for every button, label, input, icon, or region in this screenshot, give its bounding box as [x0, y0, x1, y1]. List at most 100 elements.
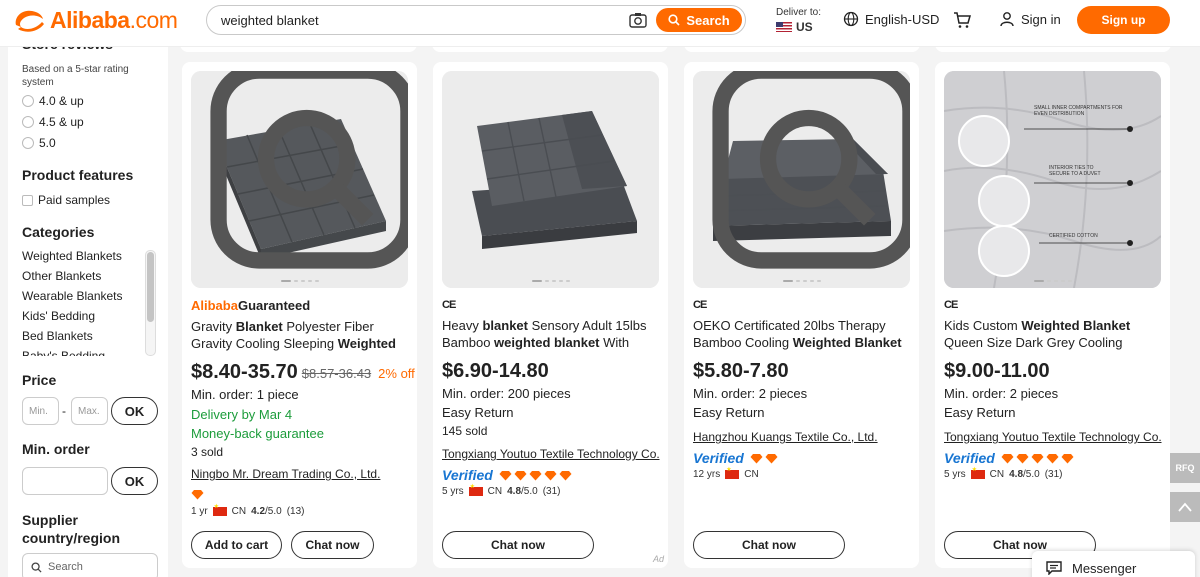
min-order: Min. order: 2 pieces	[693, 386, 808, 401]
rfq-float-button[interactable]: RFQ	[1170, 453, 1200, 483]
language-currency-selector[interactable]: English-USD	[843, 11, 939, 27]
image-search-icon[interactable]	[205, 71, 408, 274]
deliver-to[interactable]: Deliver to: US	[776, 7, 821, 34]
category-item[interactable]: Other Blankets	[22, 268, 142, 288]
search-button[interactable]: Search	[656, 8, 742, 32]
supplier-meta: 5 yrs CN 4.8/5.0 (31)	[442, 483, 561, 497]
supplier-name[interactable]: Tongxiang Youtuo Textile Technology Co.,…	[944, 430, 1162, 444]
supplier-region-search[interactable]: Search	[22, 553, 158, 577]
ce-certification-badge: CE	[442, 299, 456, 311]
add-to-cart-button[interactable]: Add to cart	[191, 531, 282, 559]
price-min-input[interactable]: Min.	[22, 397, 59, 425]
product-title[interactable]: Kids Custom Weighted Blanket Queen Size …	[944, 317, 1162, 351]
category-item[interactable]: Bed Blankets	[22, 328, 142, 348]
radio-button[interactable]	[22, 116, 34, 128]
product-title[interactable]: Gravity Blanket Polyester Fiber Gravity …	[191, 318, 409, 352]
messenger-label: Messenger	[1072, 560, 1137, 576]
product-price: $9.00-11.00	[944, 360, 1050, 382]
discount-badge: 2% off	[378, 366, 415, 381]
image-carousel-dots	[782, 280, 821, 282]
user-icon	[1000, 12, 1014, 27]
supplier-region-heading: Supplier country/region	[22, 512, 121, 546]
sign-in-link[interactable]: Sign in	[999, 11, 1061, 27]
supplier-years: 1 yr	[191, 506, 208, 517]
price-row: $9.00-11.00	[944, 360, 1050, 383]
diamond-icon	[559, 470, 572, 480]
product-card[interactable]: Alibaba Guaranteed Gravity Blanket Polyes…	[182, 62, 417, 568]
category-item[interactable]: Baby's Bedding	[22, 348, 142, 356]
review-count: (31)	[542, 486, 561, 497]
rfq-label: RFQ	[1175, 463, 1195, 473]
supplier-search-placeholder: Search	[48, 561, 83, 573]
product-title[interactable]: Heavy blanket Sensory Adult 15lbs Bamboo…	[442, 317, 660, 351]
logo-suffix-text: .com	[129, 6, 178, 33]
scrollbar-thumb[interactable]	[147, 252, 154, 322]
chat-now-button[interactable]: Chat now	[693, 531, 845, 559]
alibaba-logo[interactable]: Alibaba .com	[12, 6, 178, 34]
product-price: $5.80-7.80	[693, 360, 789, 382]
product-card[interactable]: CE Heavy blanket Sensory Adult 15lbs Bam…	[433, 62, 668, 568]
back-to-top-button[interactable]	[1170, 492, 1200, 522]
product-card[interactable]: CE OEKO Certificated 20lbs Therapy Bambo…	[684, 62, 919, 568]
supplier-badges: Verified	[693, 450, 778, 466]
rating-option-5-0[interactable]: 5.0	[22, 136, 56, 150]
product-title[interactable]: OEKO Certificated 20lbs Therapy Bamboo C…	[693, 317, 911, 351]
product-image[interactable]: SMALL INNER COMPARTMENTS FOR EVEN DISTRI…	[944, 71, 1161, 288]
supplier-years: 5 yrs	[442, 486, 464, 497]
search-button-label: Search	[686, 12, 730, 28]
category-item[interactable]: Weighted Blankets	[22, 248, 142, 268]
globe-icon	[843, 11, 859, 27]
blanket-image	[442, 71, 659, 288]
cart-icon[interactable]	[953, 11, 971, 29]
image-search-icon[interactable]	[707, 71, 910, 274]
diamond-rating	[191, 489, 204, 500]
product-card[interactable]: SMALL INNER COMPARTMENTS FOR EVEN DISTRI…	[935, 62, 1170, 568]
supplier-name[interactable]: Ningbo Mr. Dream Trading Co., Ltd.	[191, 467, 409, 481]
sold-count: 145 sold	[442, 424, 488, 438]
paid-samples-filter[interactable]: Paid samples	[22, 193, 110, 207]
top-header: Alibaba .com weighted blanket Search Deli…	[0, 0, 1200, 47]
supplier-name[interactable]: Hangzhou Kuangs Textile Co., Ltd.	[693, 430, 911, 444]
verified-badge[interactable]: Verified	[693, 450, 744, 466]
supplier-meta: 1 yr CN 4.2/5.0 (13)	[191, 503, 305, 517]
chat-now-button[interactable]: Chat now	[291, 531, 374, 559]
radio-button[interactable]	[22, 95, 34, 107]
verified-badge[interactable]: Verified	[944, 450, 995, 466]
guaranteed-brand: Alibaba	[191, 298, 238, 313]
image-callout: SMALL INNER COMPARTMENTS FOR EVEN DISTRI…	[1034, 105, 1123, 117]
product-image[interactable]	[191, 71, 408, 288]
cn-flag-icon	[725, 466, 740, 479]
price-range-dash: -	[62, 404, 66, 418]
category-scrollbar[interactable]	[145, 250, 156, 356]
search-input[interactable]: weighted blanket	[221, 13, 319, 28]
ce-certification-badge: CE	[944, 299, 958, 311]
image-carousel-dots	[531, 280, 570, 282]
price-max-input[interactable]: Max.	[71, 397, 108, 425]
rating-option-4-5[interactable]: 4.5 & up	[22, 115, 84, 129]
paid-samples-label: Paid samples	[38, 193, 111, 207]
verified-badge[interactable]: Verified	[442, 467, 493, 483]
rating-note: Based on a 5-star rating system	[22, 64, 129, 88]
checkbox[interactable]	[22, 194, 33, 206]
rating-option-4-0[interactable]: 4.0 & up	[22, 94, 84, 108]
camera-search-icon[interactable]	[629, 12, 647, 28]
chevron-up-icon	[1178, 502, 1192, 512]
min-order-ok-button[interactable]: OK	[111, 467, 158, 495]
sign-up-button[interactable]: Sign up	[1077, 6, 1170, 34]
category-item[interactable]: Wearable Blankets	[22, 288, 142, 308]
categories-heading: Categories	[22, 224, 95, 240]
supplier-badges	[191, 489, 204, 500]
product-image[interactable]	[693, 71, 910, 288]
price-ok-button[interactable]: OK	[111, 397, 158, 425]
search-icon	[668, 14, 680, 26]
easy-return: Easy Return	[944, 405, 1016, 420]
radio-button[interactable]	[22, 137, 34, 149]
min-order-heading: Min. order	[22, 441, 90, 457]
supplier-name[interactable]: Tongxiang Youtuo Textile Technology Co.,…	[442, 447, 660, 461]
chat-now-button[interactable]: Chat now	[442, 531, 594, 559]
product-image[interactable]	[442, 71, 659, 288]
min-order-input[interactable]	[22, 467, 108, 495]
messenger-widget[interactable]: Messenger	[1032, 551, 1195, 577]
category-item[interactable]: Kids' Bedding	[22, 308, 142, 328]
deliver-label: Deliver to:	[776, 7, 822, 18]
